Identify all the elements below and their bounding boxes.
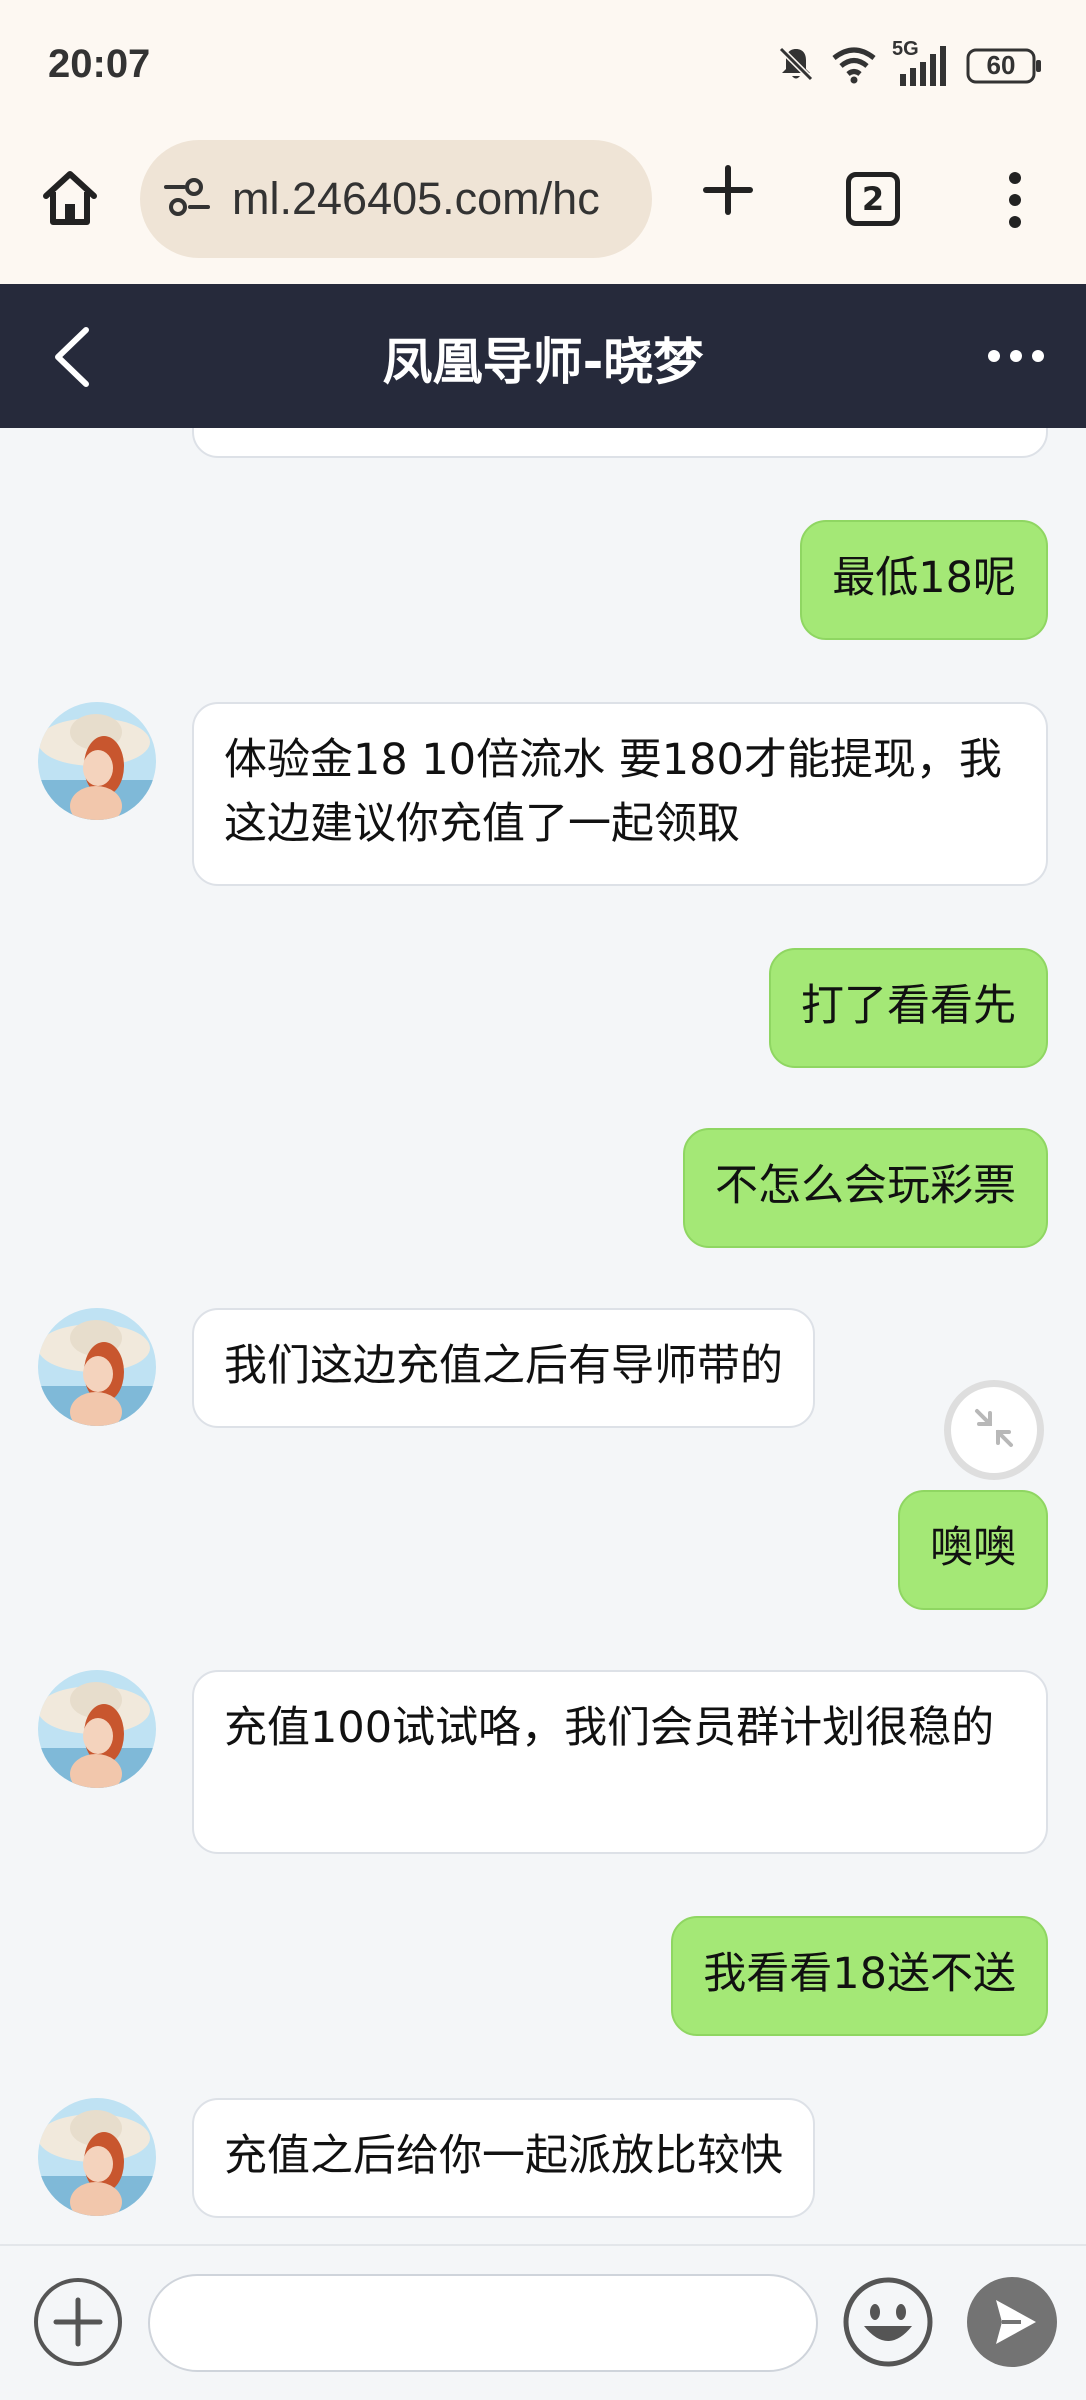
message-text: 噢噢 bbox=[930, 1523, 1016, 1573]
message-input-bar bbox=[0, 2244, 1086, 2400]
add-circle-icon[interactable] bbox=[32, 2276, 124, 2368]
browser-toolbar: ml.246405.com/hc 2 bbox=[0, 132, 1086, 284]
chat-header: 凤凰导师-晓梦 bbox=[0, 284, 1086, 428]
previous-message-bubble bbox=[192, 428, 1048, 458]
message-text: 最低18呢 bbox=[832, 553, 1016, 603]
message-text: 充值100试试咯，我们会员群计划很稳的 bbox=[224, 1703, 995, 1753]
collapse-float-button[interactable] bbox=[944, 1380, 1044, 1480]
status-icons: 5G 60 bbox=[776, 38, 1044, 88]
message-text: 我看看18送不送 bbox=[703, 1949, 1016, 1999]
outgoing-message-bubble[interactable]: 最低18呢 bbox=[800, 520, 1048, 640]
status-time: 20:07 bbox=[48, 42, 151, 86]
avatar[interactable] bbox=[38, 1670, 156, 1788]
message-text: 不怎么会玩彩票 bbox=[715, 1161, 1016, 1211]
incoming-message-bubble[interactable]: 充值100试试咯，我们会员群计划很稳的 bbox=[192, 1670, 1048, 1854]
wifi-icon bbox=[830, 44, 878, 88]
send-icon[interactable] bbox=[966, 2276, 1058, 2368]
outgoing-message-bubble[interactable]: 我看看18送不送 bbox=[671, 1916, 1048, 2036]
message-text: 我们这边充值之后有导师带的 bbox=[224, 1341, 783, 1391]
signal-icon: 5G bbox=[892, 38, 952, 88]
home-icon[interactable] bbox=[38, 166, 102, 230]
message-input[interactable] bbox=[148, 2274, 818, 2372]
more-vert-icon[interactable] bbox=[996, 168, 1034, 232]
message-text: 体验金18 10倍流水 要180才能提现，我这边建议你充值了一起领取 bbox=[224, 735, 1002, 849]
message-text: 充值之后给你一起派放比较快 bbox=[224, 2131, 783, 2181]
incoming-message-bubble[interactable]: 我们这边充值之后有导师带的 bbox=[192, 1308, 815, 1428]
collapse-icon bbox=[969, 1403, 1019, 1457]
battery-level: 60 bbox=[986, 50, 1016, 80]
incoming-message-bubble[interactable]: 充值之后给你一起派放比较快 bbox=[192, 2098, 815, 2218]
avatar[interactable] bbox=[38, 2098, 156, 2216]
url-text[interactable]: ml.246405.com/hc bbox=[232, 173, 622, 225]
incoming-message-bubble[interactable]: 体验金18 10倍流水 要180才能提现，我这边建议你充值了一起领取 bbox=[192, 702, 1048, 886]
status-bar: 20:07 5G 60 bbox=[0, 0, 1086, 132]
avatar[interactable] bbox=[38, 702, 156, 820]
chat-title: 凤凰导师-晓梦 bbox=[382, 333, 704, 391]
outgoing-message-bubble[interactable]: 打了看看先 bbox=[769, 948, 1048, 1068]
avatar[interactable] bbox=[38, 1308, 156, 1426]
emoji-icon[interactable] bbox=[842, 2276, 934, 2368]
outgoing-message-bubble[interactable]: 噢噢 bbox=[898, 1490, 1048, 1610]
plus-icon[interactable] bbox=[700, 162, 756, 218]
site-settings-icon[interactable] bbox=[164, 177, 210, 221]
bell-off-icon bbox=[776, 44, 816, 88]
more-horiz-icon[interactable] bbox=[986, 336, 1046, 376]
address-bar[interactable]: ml.246405.com/hc bbox=[140, 140, 652, 258]
battery-icon: 60 bbox=[966, 46, 1044, 86]
message-list[interactable]: 最低18呢 体验金18 10倍流水 要180才能提现，我这边建议你充值了一起领取… bbox=[0, 428, 1086, 2244]
outgoing-message-bubble[interactable]: 不怎么会玩彩票 bbox=[683, 1128, 1048, 1248]
tab-switcher-icon[interactable]: 2 bbox=[846, 172, 900, 226]
message-text: 打了看看先 bbox=[801, 981, 1016, 1031]
